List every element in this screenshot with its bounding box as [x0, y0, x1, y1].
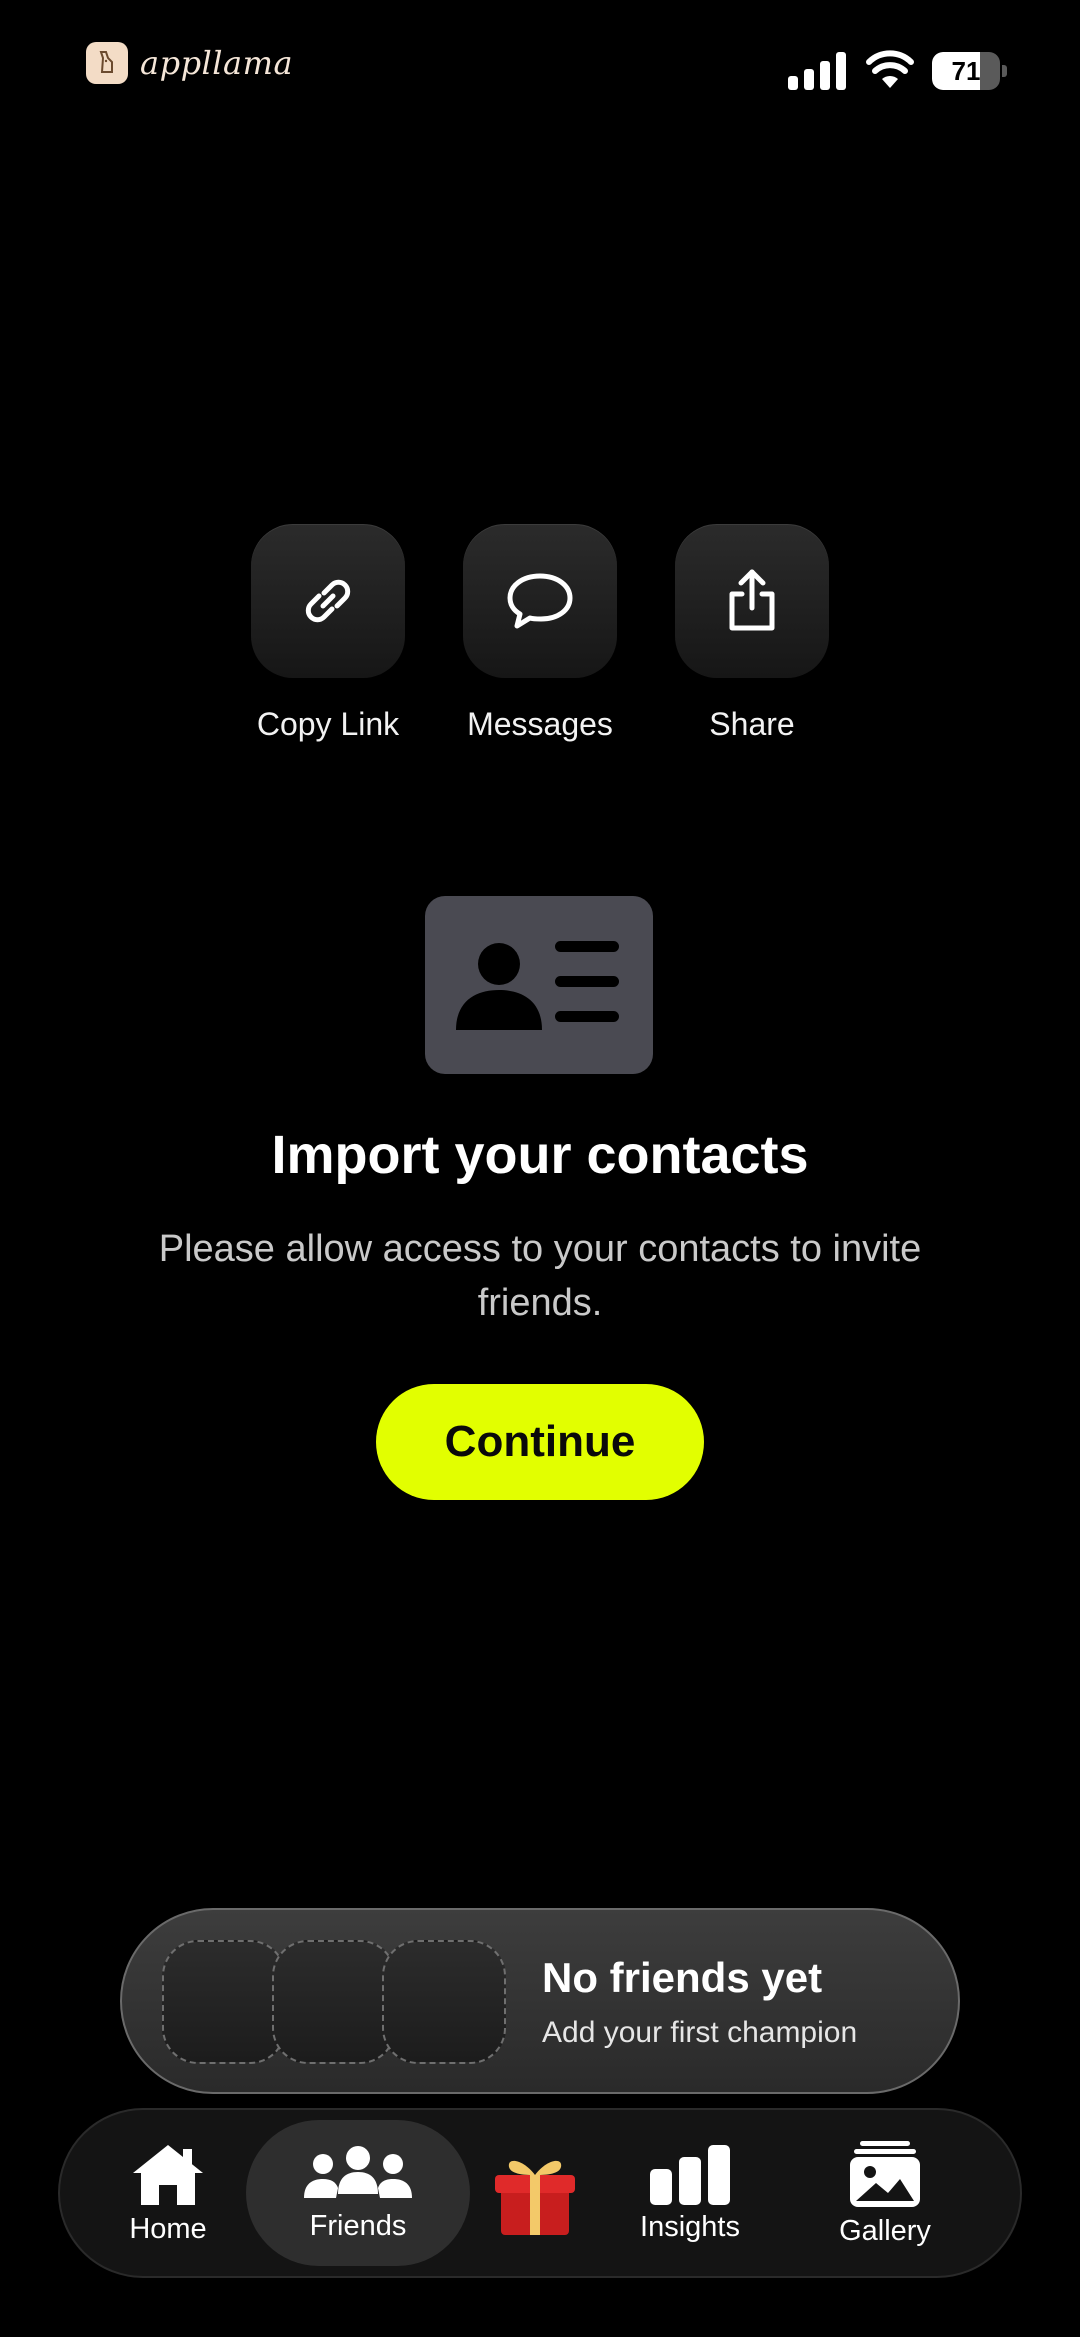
tab-friends[interactable]: Friends: [246, 2120, 470, 2266]
home-icon: [133, 2144, 203, 2205]
link-icon: [305, 579, 351, 623]
friend-slot-empty: [272, 1940, 396, 2064]
messages-label: Messages: [467, 706, 613, 742]
share-icon: [729, 569, 775, 631]
tab-home-label: Home: [129, 2212, 207, 2245]
wifi-icon: [866, 50, 914, 88]
app-logo: [86, 42, 128, 84]
llama-icon: [99, 51, 113, 73]
tab-insights[interactable]: Insights: [600, 2120, 780, 2266]
import-title: Import your contacts: [271, 1125, 809, 1185]
battery-percentage: 71: [951, 55, 981, 86]
tab-gallery[interactable]: Gallery: [800, 2120, 970, 2266]
tab-home[interactable]: Home: [98, 2120, 238, 2266]
share-button[interactable]: [675, 524, 829, 678]
tab-bar: Home Friends Insights Gallery: [58, 2108, 1022, 2278]
bar-chart-icon: [650, 2144, 730, 2205]
contact-card-icon: [425, 896, 653, 1074]
gallery-icon: [850, 2140, 920, 2207]
messages-button[interactable]: [463, 524, 617, 678]
copy-link-button[interactable]: [251, 524, 405, 678]
battery-indicator: 71: [932, 52, 1008, 90]
friends-title: No friends yet: [542, 1954, 823, 2001]
tab-insights-label: Insights: [640, 2210, 740, 2243]
cellular-signal-icon: [788, 52, 846, 90]
brand-name: appllama: [140, 44, 294, 82]
friends-subtitle: Add your first champion: [542, 2016, 858, 2049]
tab-gallery-label: Gallery: [839, 2214, 931, 2247]
gift-icon: [495, 2160, 575, 2235]
chat-bubble-icon: [507, 573, 573, 629]
copy-link-label: Copy Link: [256, 706, 400, 742]
share-label: Share: [709, 706, 795, 742]
friend-slot-empty: [162, 1940, 286, 2064]
tab-friends-label: Friends: [309, 2209, 407, 2242]
friends-summary[interactable]: No friends yet Add your first champion: [120, 1908, 960, 2094]
tab-gift[interactable]: [480, 2120, 590, 2266]
import-description: Please allow access to your contacts to …: [158, 1228, 922, 1324]
continue-button[interactable]: Continue: [376, 1384, 704, 1500]
friend-slot-empty: [382, 1940, 506, 2064]
people-icon: [304, 2145, 412, 2198]
